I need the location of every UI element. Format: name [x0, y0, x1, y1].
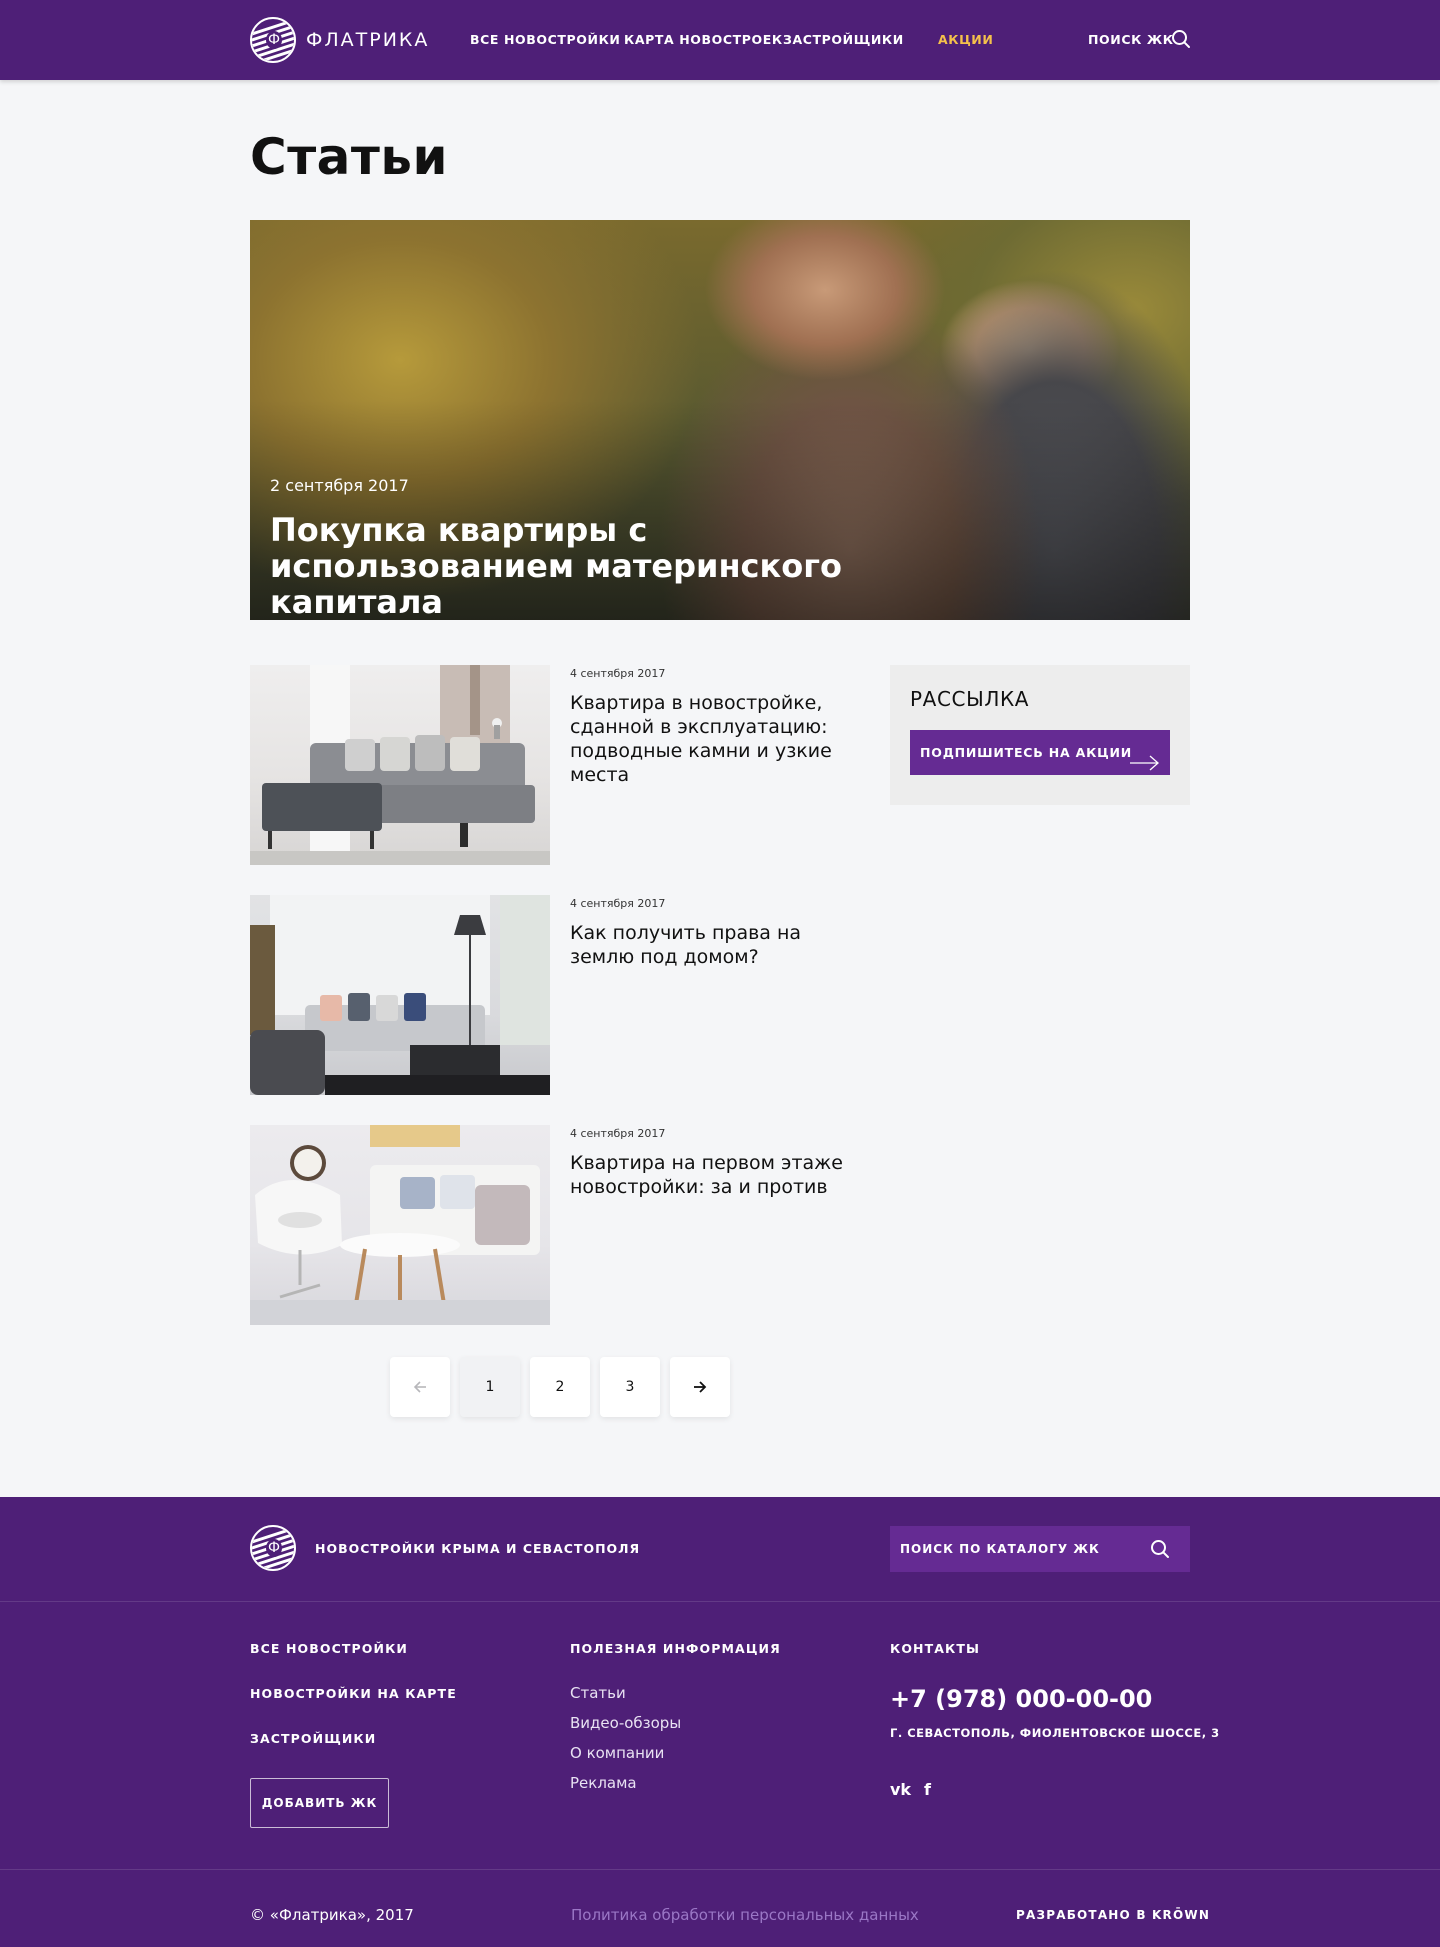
footer-link-all-buildings[interactable]: ВСЕ НОВОСТРОЙКИ: [250, 1641, 408, 1656]
footer-link-about[interactable]: О компании: [570, 1744, 664, 1762]
footer-address: Г. СЕВАСТОПОЛЬ, ФИОЛЕНТОВСКОЕ ШОССЕ, 3: [890, 1726, 1220, 1740]
article-title[interactable]: Как получить права на землю под домом?: [570, 921, 860, 969]
divider: [0, 1601, 1440, 1602]
arrow-right-icon: [694, 1381, 707, 1393]
footer-link-advertising[interactable]: Реклама: [570, 1774, 637, 1792]
logo[interactable]: Ф ФЛАТРИКА: [250, 17, 429, 63]
nav-developers[interactable]: ЗАСТРОЙЩИКИ: [783, 32, 904, 47]
footer-logo[interactable]: Ф: [250, 1525, 296, 1571]
article-date: 4 сентября 2017: [570, 667, 666, 680]
article-image[interactable]: [250, 1125, 550, 1325]
privacy-policy-link[interactable]: Политика обработки персональных данных: [571, 1906, 919, 1924]
article-date: 4 сентября 2017: [570, 1127, 666, 1140]
pagination-page[interactable]: 1: [460, 1357, 520, 1417]
footer-search-input[interactable]: [890, 1526, 1140, 1572]
article-date: 4 сентября 2017: [570, 897, 666, 910]
facebook-icon[interactable]: f: [924, 1780, 931, 1799]
subscribe-button-label: ПОДПИШИТЕСЬ НА АКЦИИ: [920, 745, 1133, 760]
search-icon[interactable]: [1150, 1539, 1170, 1559]
footer-tagline: НОВОСТРОЙКИ КРЫМА И СЕВАСТОПОЛЯ: [315, 1541, 641, 1556]
article-image[interactable]: [250, 665, 550, 865]
logo-icon: Ф: [250, 17, 296, 63]
nav-all-buildings[interactable]: ВСЕ НОВОСТРОЙКИ: [470, 32, 620, 47]
footer-useful-info-heading: ПОЛЕЗНАЯ ИНФОРМАЦИЯ: [570, 1641, 781, 1656]
article-image[interactable]: [250, 895, 550, 1095]
article-title[interactable]: Квартира на первом этаже новостройки: за…: [570, 1151, 860, 1199]
featured-article[interactable]: 2 сентября 2017 Покупка квартиры с испол…: [250, 220, 1190, 620]
copyright: © «Флатрика», 2017: [250, 1906, 414, 1924]
footer-link-developers[interactable]: ЗАСТРОЙЩИКИ: [250, 1731, 376, 1746]
pagination-page[interactable]: 3: [600, 1357, 660, 1417]
logo-icon: Ф: [250, 1525, 296, 1571]
hero-title[interactable]: Покупка квартиры с использованием матери…: [270, 512, 950, 620]
nav-promotions[interactable]: АКЦИИ: [938, 32, 993, 47]
add-complex-button[interactable]: ДОБАВИТЬ ЖК: [250, 1778, 389, 1828]
nav-search-link[interactable]: ПОИСК ЖК: [1088, 32, 1174, 47]
article-card[interactable]: 4 сентября 2017 Квартира в новостройке, …: [250, 665, 890, 865]
search-icon[interactable]: [1171, 29, 1191, 49]
subscribe-button[interactable]: ПОДПИШИТЕСЬ НА АКЦИИ: [910, 730, 1170, 775]
footer-link-map[interactable]: НОВОСТРОЙКИ НА КАРТЕ: [250, 1686, 457, 1701]
article-card[interactable]: 4 сентября 2017 Как получить права на зе…: [250, 895, 890, 1095]
pagination-prev[interactable]: [390, 1357, 450, 1417]
logo-text: ФЛАТРИКА: [306, 29, 430, 51]
logo-letter: Ф: [266, 31, 282, 49]
footer-link-articles[interactable]: Статьи: [570, 1684, 626, 1702]
article-card[interactable]: 4 сентября 2017 Квартира на первом этаже…: [250, 1125, 890, 1325]
logo-letter: Ф: [266, 1539, 282, 1557]
page-title: Статьи: [250, 128, 449, 186]
footer-link-video-reviews[interactable]: Видео-обзоры: [570, 1714, 681, 1732]
vk-icon[interactable]: vk: [890, 1780, 911, 1799]
hero-date: 2 сентября 2017: [270, 476, 409, 495]
footer-contacts-heading: КОНТАКТЫ: [890, 1641, 981, 1656]
nav-map[interactable]: КАРТА НОВОСТРОЕК: [624, 32, 783, 47]
site-header: Ф ФЛАТРИКА ВСЕ НОВОСТРОЙКИ КАРТА НОВОСТР…: [0, 0, 1440, 80]
developer-credit[interactable]: РАЗРАБОТАНО В KRŌWN: [1016, 1908, 1210, 1922]
arrow-right-icon: [1130, 744, 1160, 771]
divider: [0, 1869, 1440, 1870]
pagination-next[interactable]: [670, 1357, 730, 1417]
newsletter-title: РАССЫЛКА: [910, 687, 1030, 711]
site-footer: Ф НОВОСТРОЙКИ КРЫМА И СЕВАСТОПОЛЯ ВСЕ НО…: [0, 1497, 1440, 1947]
arrow-left-icon: [413, 1381, 426, 1393]
pagination-page[interactable]: 2: [530, 1357, 590, 1417]
footer-phone[interactable]: +7 (978) 000-00-00: [890, 1685, 1152, 1713]
newsletter-box: РАССЫЛКА ПОДПИШИТЕСЬ НА АКЦИИ: [890, 665, 1190, 805]
article-title[interactable]: Квартира в новостройке, сданной в эксплу…: [570, 691, 860, 787]
footer-search: [890, 1526, 1190, 1572]
